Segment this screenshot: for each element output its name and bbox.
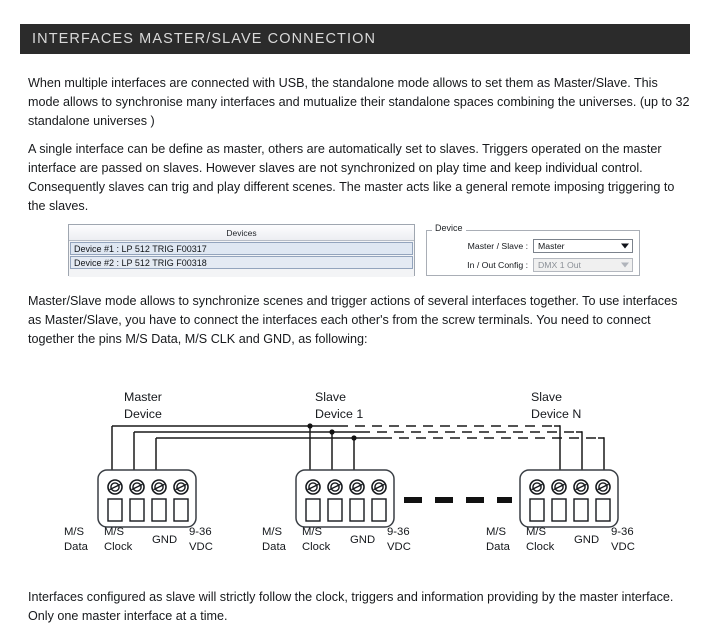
pin-label-master-vdc: 9-36 VDC (189, 525, 213, 555)
paragraph-slave-behaviour: Interfaces configured as slave will stri… (28, 590, 674, 623)
terminal-block-master (98, 470, 196, 527)
wiring-diagram: Master Device Slave Device 1 Slave Devic… (0, 360, 718, 580)
chevron-down-icon (621, 262, 629, 268)
pin-label-slaven-data: M/S Data (486, 525, 510, 555)
page-title: INTERFACES MASTER/SLAVE CONNECTION (32, 31, 377, 47)
master-slave-dropdown[interactable]: Master (533, 239, 633, 253)
pin-label-line1: M/S (64, 526, 85, 538)
pin-label-line2: Data (64, 541, 88, 553)
devices-column-header: Devices (69, 225, 414, 241)
in-out-config-row: In / Out Config : DMX 1 Out (432, 258, 633, 272)
devices-list-empty-area (69, 269, 414, 277)
pin-label-slaven-clock: M/S Clock (526, 525, 554, 555)
pin-label-master-gnd: GND (152, 533, 177, 548)
pin-label-slaven-vdc: 9-36 VDC (611, 525, 635, 555)
paragraph-wiring-instructions: Master/Slave mode allows to synchronize … (28, 294, 678, 346)
pin-label-slave1-data: M/S Data (262, 525, 286, 555)
pin-label-line1: 9-36 (387, 526, 410, 538)
pin-label-slave1-gnd: GND (350, 533, 375, 548)
device-fieldset-legend: Device (432, 223, 466, 233)
pin-label-line1: 9-36 (189, 526, 212, 538)
pin-label-master-clock: M/S Clock (104, 525, 132, 555)
pin-label-slaven-gnd: GND (574, 533, 599, 548)
diagram-device-label-line2: Device 1 (315, 407, 364, 421)
master-slave-row: Master / Slave : Master (432, 239, 633, 253)
pin-label-line2: Clock (302, 541, 331, 553)
diagram-device-label-slaven: Slave Device N (531, 389, 581, 423)
terminal-block-slave1 (296, 470, 394, 527)
pin-label-line1: M/S (526, 526, 547, 538)
devices-list-panel: Devices Device #1 : LP 512 TRIG F00317 D… (68, 224, 415, 277)
chevron-down-icon (621, 243, 629, 249)
diagram-device-label-line2: Device N (531, 407, 582, 421)
diagram-device-label-line1: Slave (531, 390, 562, 404)
device-settings-panel: Device Master / Slave : Master In / Out … (426, 223, 640, 276)
pin-label-line1: GND (152, 534, 178, 546)
pin-label-line1: GND (574, 534, 600, 546)
pin-label-line2: Data (262, 541, 286, 553)
pin-label-line1: 9-36 (611, 526, 634, 538)
pin-label-line2: Clock (526, 541, 555, 553)
master-slave-value: Master (538, 241, 565, 251)
list-item[interactable]: Device #2 : LP 512 TRIG F00318 (70, 256, 413, 269)
pin-label-line1: GND (350, 534, 376, 546)
diagram-device-label-line1: Master (124, 390, 162, 404)
in-out-config-label: In / Out Config : (467, 260, 528, 270)
pin-label-master-data: M/S Data (64, 525, 88, 555)
diagram-device-label-line1: Slave (315, 390, 346, 404)
diagram-device-label-slave1: Slave Device 1 (315, 389, 363, 423)
bus-lines-dashed (338, 425, 604, 439)
pin-label-slave1-vdc: 9-36 VDC (387, 525, 411, 555)
section-header-bar: INTERFACES MASTER/SLAVE CONNECTION (20, 24, 690, 54)
software-screenshot: Devices Device #1 : LP 512 TRIG F00317 D… (68, 223, 640, 278)
master-slave-label: Master / Slave : (467, 241, 528, 251)
diagram-device-label-line2: Device (124, 407, 162, 421)
pin-label-line1: M/S (486, 526, 507, 538)
in-out-config-dropdown: DMX 1 Out (533, 258, 633, 272)
pin-label-line1: M/S (262, 526, 283, 538)
pin-label-slave1-clock: M/S Clock (302, 525, 330, 555)
pin-label-line2: Clock (104, 541, 133, 553)
diagram-device-label-master: Master Device (124, 389, 162, 423)
paragraph-intro: When multiple interfaces are connected w… (28, 76, 690, 128)
pin-label-line2: VDC (611, 541, 635, 553)
pin-label-line2: VDC (189, 541, 213, 553)
list-item[interactable]: Device #1 : LP 512 TRIG F00317 (70, 242, 413, 255)
paragraph-master-definition: A single interface can be define as mast… (28, 142, 675, 213)
terminal-block-slaven (520, 470, 618, 527)
pin-label-line1: M/S (302, 526, 323, 538)
pin-label-line1: M/S (104, 526, 125, 538)
in-out-config-value: DMX 1 Out (538, 260, 581, 270)
pin-label-line2: VDC (387, 541, 411, 553)
document-page: INTERFACES MASTER/SLAVE CONNECTION When … (0, 0, 718, 638)
pin-label-line2: Data (486, 541, 510, 553)
